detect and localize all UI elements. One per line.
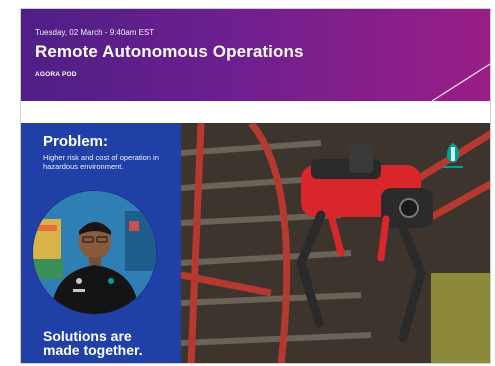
solutions-tagline: Solutions are made together.	[43, 329, 143, 357]
solutions-line-2: made together.	[43, 342, 143, 358]
problem-description: Higher risk and cost of operation in haz…	[43, 153, 159, 171]
decorative-slash-icon	[431, 63, 490, 101]
slide-header: Tuesday, 02 March - 9:40am EST Remote Au…	[21, 9, 490, 101]
speaker-avatar	[33, 191, 156, 314]
header-divider-strip	[21, 101, 490, 123]
robot-photo	[181, 123, 490, 363]
problem-panel: Problem: Higher risk and cost of operati…	[21, 123, 181, 363]
slide-title: Remote Autonomous Operations	[35, 42, 304, 61]
slide-subtitle: AGORA POD	[35, 71, 77, 78]
robot-dog-image-icon	[181, 123, 490, 363]
problem-heading: Problem:	[43, 133, 109, 150]
event-date: Tuesday, 02 March - 9:40am EST	[35, 28, 155, 37]
solutions-line-1: Solutions are	[43, 328, 132, 344]
slide-frame: Tuesday, 02 March - 9:40am EST Remote Au…	[20, 8, 491, 364]
speaker-portrait-icon	[33, 191, 156, 314]
slide-content: Problem: Higher risk and cost of operati…	[21, 123, 490, 363]
